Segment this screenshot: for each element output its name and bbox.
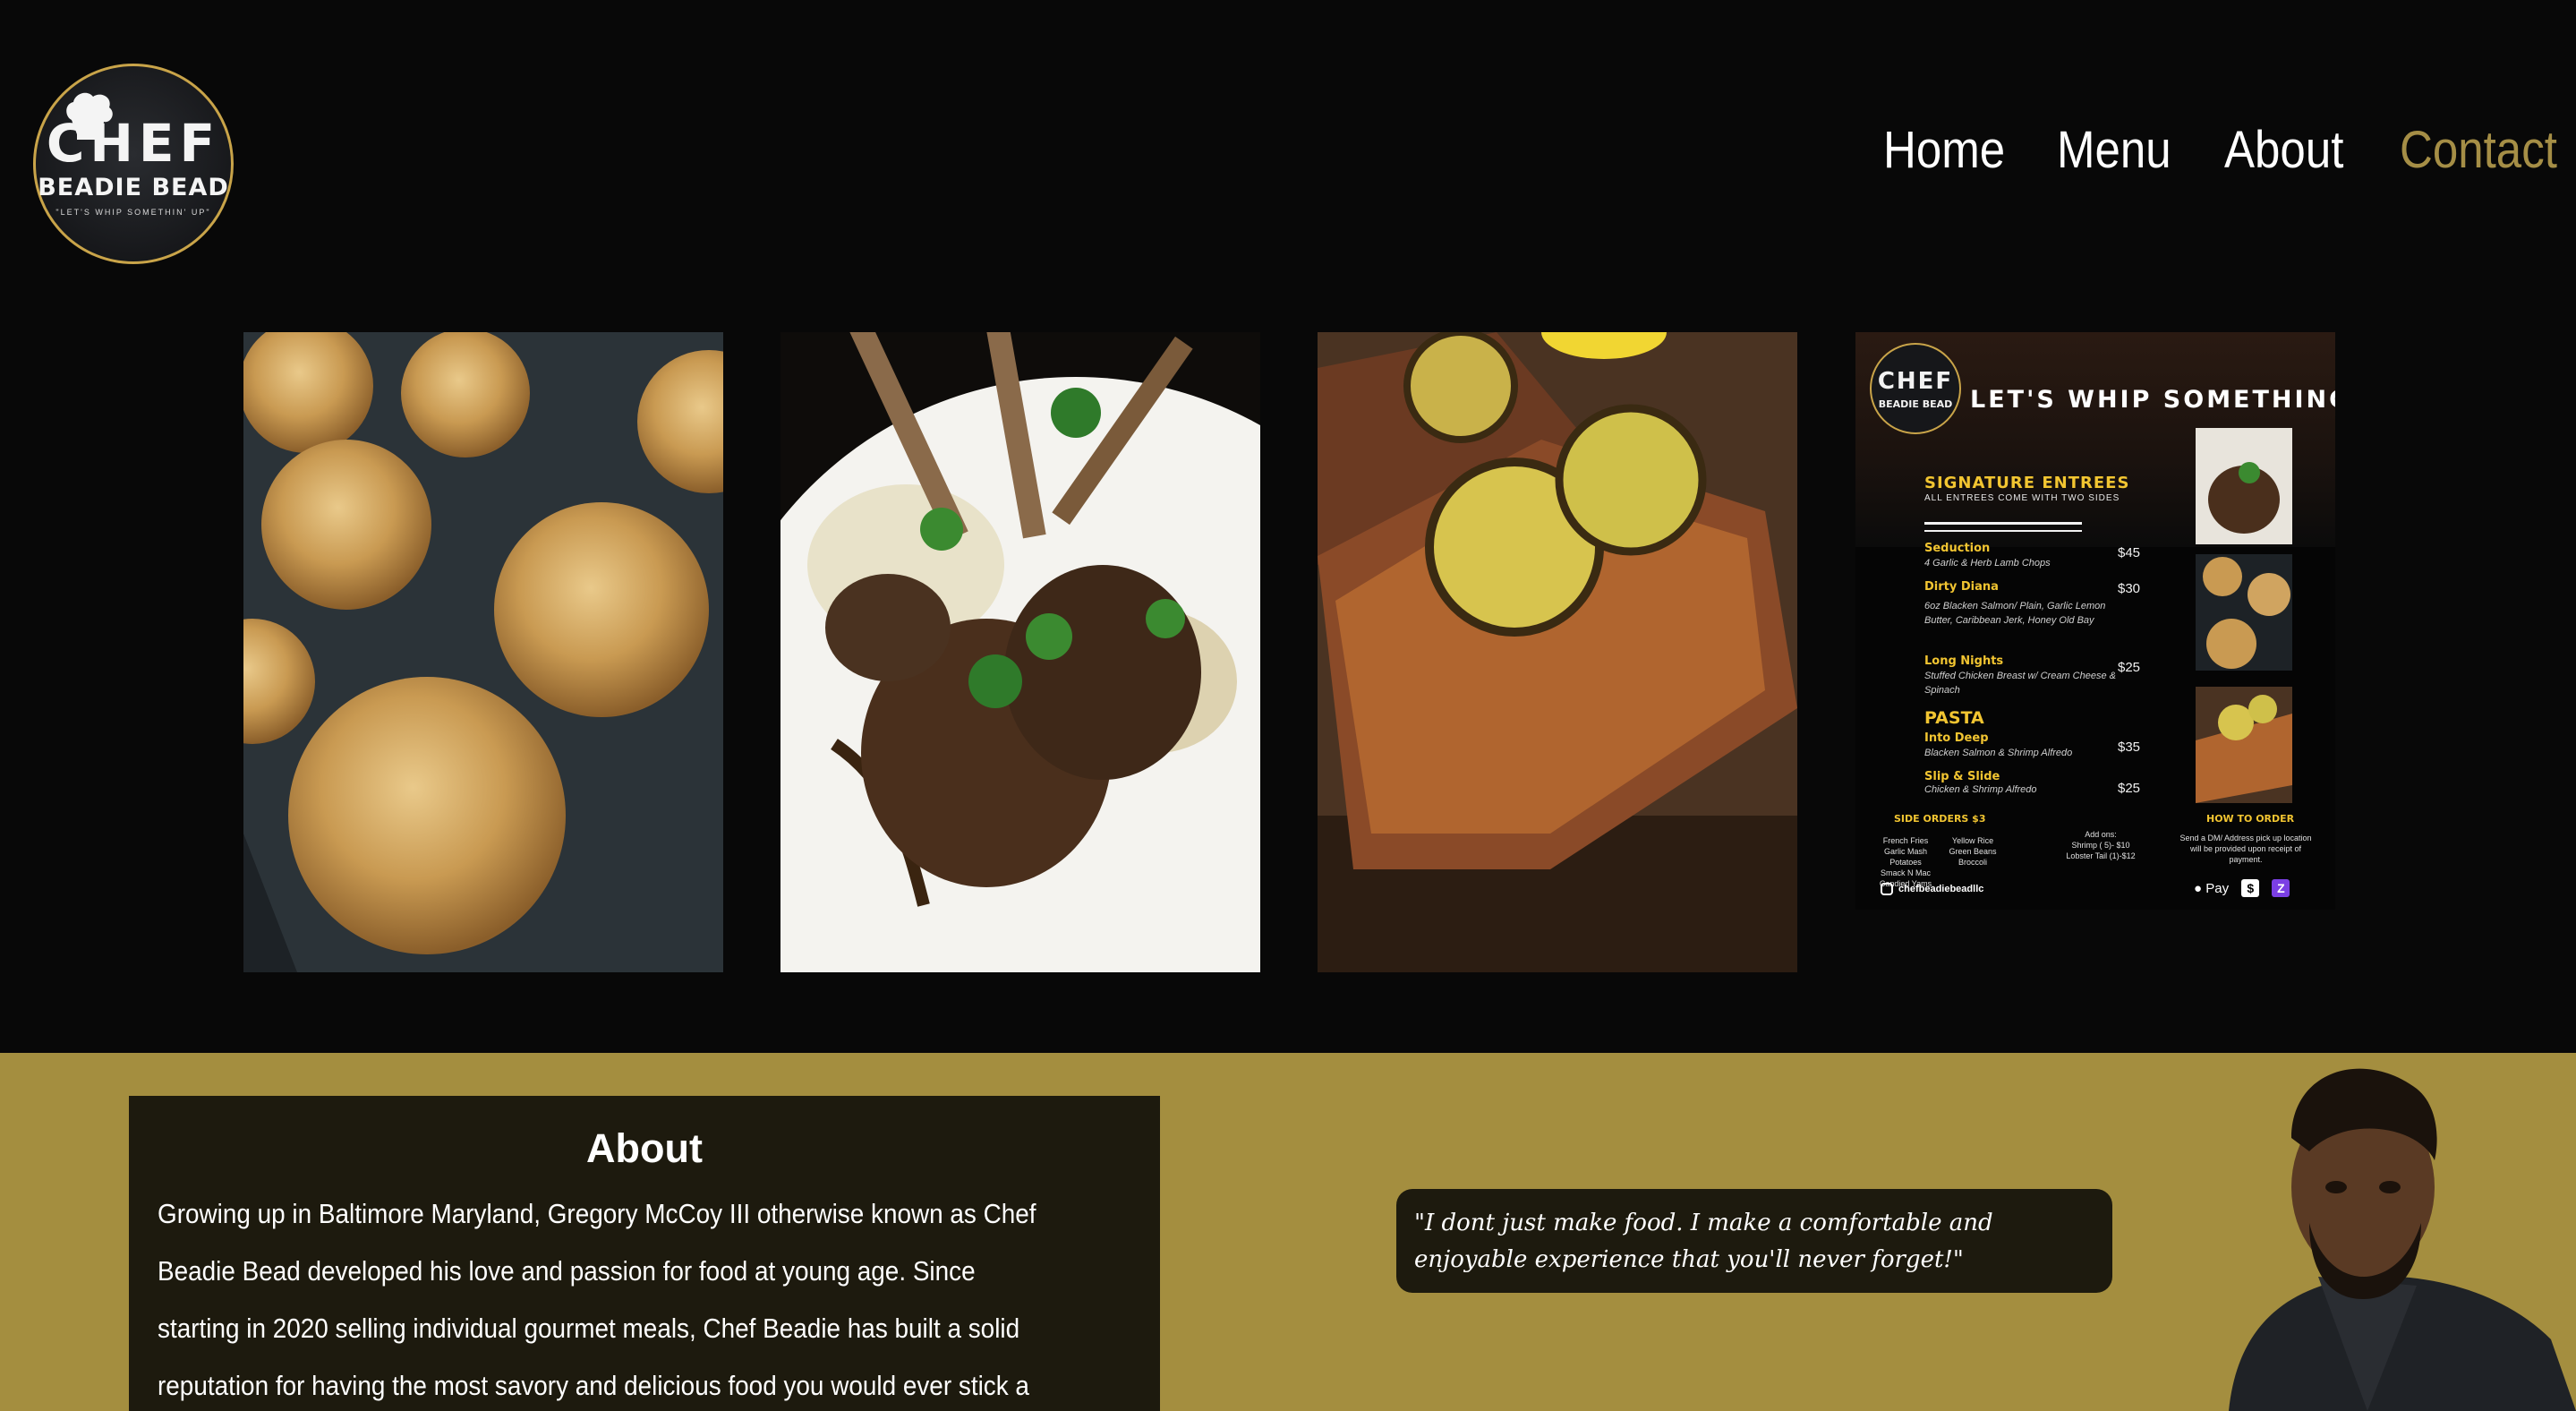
- nav-home[interactable]: Home: [1883, 115, 2005, 186]
- flyer-pasta-price: $35: [2118, 740, 2141, 755]
- chef-quote: "I dont just make food. I make a comfort…: [1396, 1189, 2112, 1293]
- flyer-logo-name: BEADIE BEAD: [1878, 398, 1953, 410]
- flyer-payment-methods: ● Pay $ Z: [2194, 879, 2290, 897]
- flyer-entree-price: $30: [2118, 581, 2141, 596]
- nav-about[interactable]: About: [2224, 115, 2343, 186]
- flyer-how-to-order-title: HOW TO ORDER: [2206, 813, 2295, 825]
- nav-contact[interactable]: Contact: [2400, 115, 2557, 186]
- flyer-thumb-salmon: [2196, 687, 2292, 803]
- apple-pay-icon: ●: [2194, 881, 2203, 896]
- about-heading: About: [586, 1125, 703, 1171]
- flyer-divider: [1924, 522, 2082, 525]
- logo-title: CHEF: [46, 113, 221, 174]
- flyer-entree-name: Seduction: [1924, 542, 1991, 555]
- gallery-photo-salmon[interactable]: [1318, 332, 1797, 972]
- flyer-entree-desc: 4 Garlic & Herb Lamb Chops: [1924, 558, 2051, 569]
- about-body: Growing up in Baltimore Maryland, Gregor…: [158, 1198, 1036, 1401]
- flyer-entree-desc: Stuffed Chicken Breast w/ Cream Cheese &…: [1924, 671, 2116, 696]
- flyer-pasta-price: $25: [2118, 781, 2141, 796]
- flyer-how-to-order: Send a DM/ Address pick up location will…: [2179, 834, 2312, 864]
- nav-menu[interactable]: Menu: [2057, 115, 2171, 186]
- flyer-thumb-crab: [2196, 554, 2292, 671]
- flyer-addons: Shrimp ( 5)- $10 Lobster Tail (1)-$12: [2066, 841, 2136, 860]
- logo-name: BEADIE BEAD: [38, 174, 229, 201]
- logo-tagline: "LET'S WHIP SOMETHIN' UP": [55, 208, 211, 217]
- brand-logo[interactable]: CHEF BEADIE BEAD "LET'S WHIP SOMETHIN' U…: [33, 64, 234, 264]
- flyer-instagram: chefbeadiebeadllc: [1881, 883, 1983, 895]
- salmon-image: [1318, 332, 1797, 972]
- flyer-thumb-lamb: [2196, 428, 2292, 544]
- flyer-pasta-desc: Chicken & Shrimp Alfredo: [1924, 784, 2037, 795]
- flyer-logo: CHEF BEADIE BEAD: [1870, 343, 1961, 434]
- chef-portrait-image: [2211, 1053, 2576, 1411]
- flyer-entree-price: $45: [2118, 545, 2141, 560]
- crab-cakes-image: [243, 332, 723, 972]
- zelle-icon: Z: [2272, 879, 2290, 897]
- cash-app-icon: $: [2241, 879, 2260, 897]
- apple-pay-label: Pay: [2205, 881, 2230, 896]
- flyer-addons-title: Add ons:: [2085, 830, 2117, 839]
- flyer-instagram-handle: chefbeadiebeadllc: [1898, 883, 1984, 894]
- flyer-divider: [1924, 530, 2082, 532]
- flyer-pasta-desc: Blacken Salmon & Shrimp Alfredo: [1924, 748, 2073, 758]
- gallery-photo-crab-cakes[interactable]: [243, 332, 723, 972]
- flyer-section-subtitle: ALL ENTREES COME WITH TWO SIDES: [1924, 493, 2120, 503]
- flyer-sides-title: SIDE ORDERS $3: [1894, 813, 1986, 825]
- flyer-logo-title: CHEF: [1877, 368, 1954, 395]
- flyer-entree-name: Long Nights: [1924, 654, 2004, 668]
- flyer-sides-col2: Yellow Rice Green Beans Broccoli: [1949, 836, 1997, 867]
- gallery-photo-lamb-chops[interactable]: [780, 332, 1260, 972]
- flyer-entree-price: $25: [2118, 660, 2141, 675]
- menu-flyer[interactable]: CHEF BEADIE BEAD LET'S WHIP SOMETHING UP…: [1855, 332, 2335, 910]
- flyer-entree-desc: 6oz Blacken Salmon/ Plain, Garlic Lemon …: [1924, 601, 2106, 626]
- flyer-headline: LET'S WHIP SOMETHING UP: [1970, 386, 2335, 414]
- lamb-chops-image: [780, 332, 1260, 972]
- flyer-section-title: SIGNATURE ENTREES: [1924, 474, 2130, 492]
- flyer-pasta-name: Into Deep: [1924, 731, 1989, 745]
- flyer-sides-col1: French Fries Garlic Mash Potatoes Smack …: [1879, 836, 1932, 888]
- chef-portrait: [2211, 1053, 2576, 1411]
- instagram-icon: [1881, 883, 1893, 895]
- flyer-entree-name: Dirty Diana: [1924, 580, 1999, 594]
- about-card: About Growing up in Baltimore Maryland, …: [129, 1096, 1160, 1411]
- flyer-pasta-name: Slip & Slide: [1924, 770, 2000, 783]
- flyer-pasta-title: PASTA: [1924, 708, 1984, 728]
- page: CHEF BEADIE BEAD "LET'S WHIP SOMETHIN' U…: [0, 0, 2576, 1411]
